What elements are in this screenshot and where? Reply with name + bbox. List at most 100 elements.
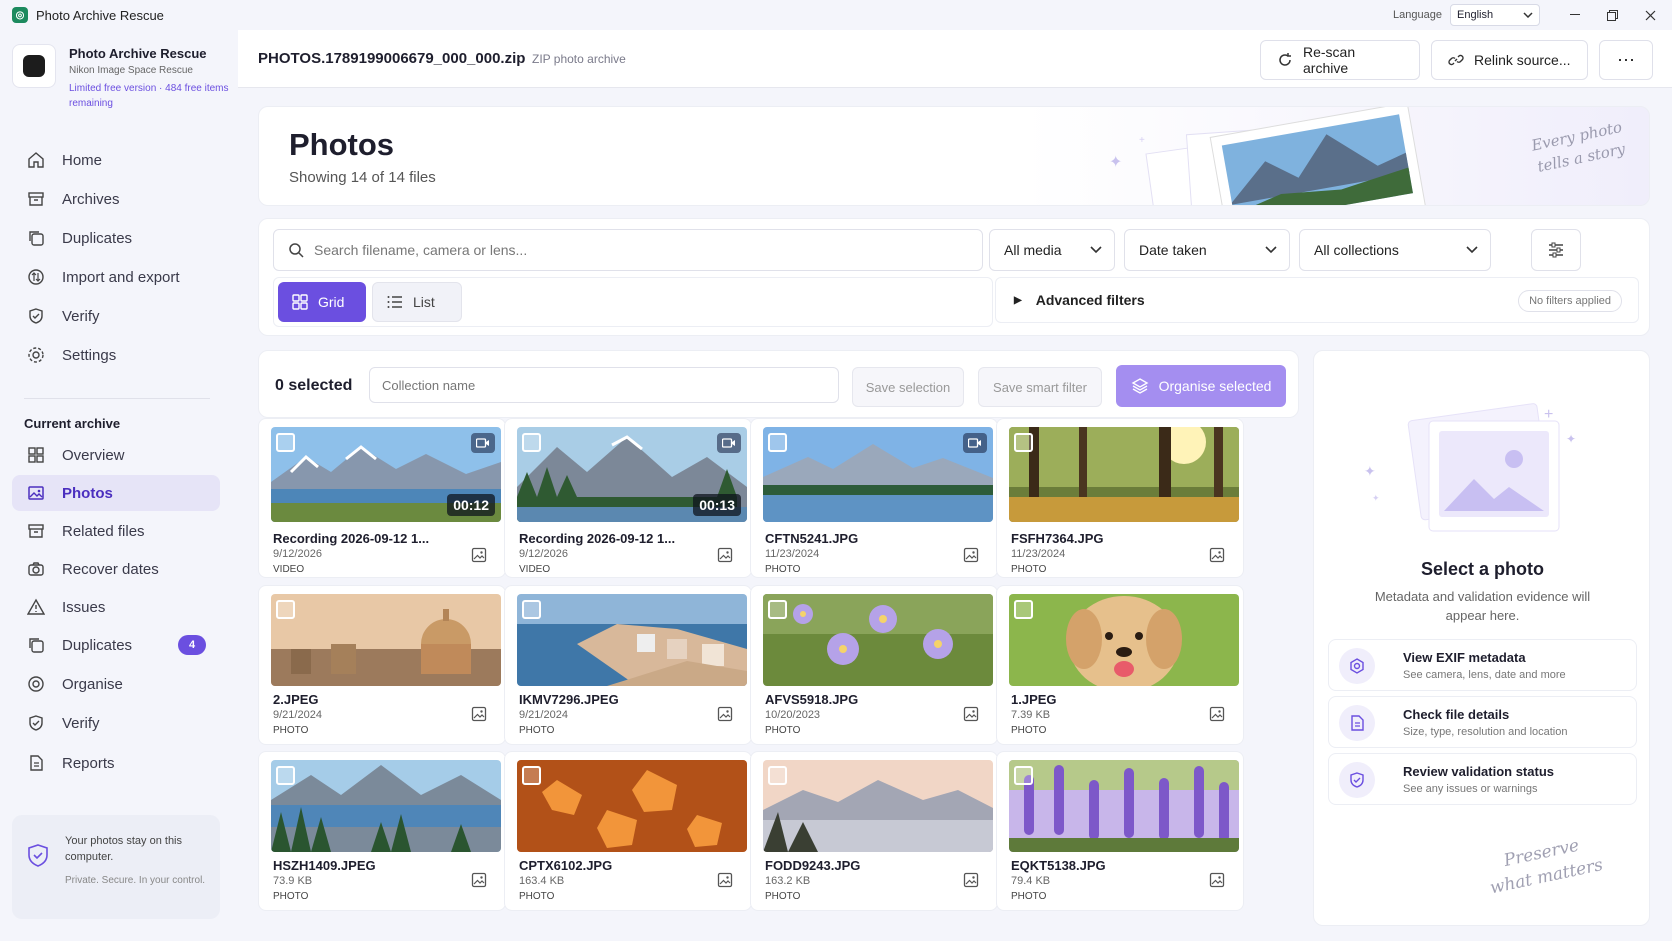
image-icon[interactable] — [963, 872, 979, 888]
more-options-button[interactable]: ⋯ — [1599, 40, 1653, 80]
image-icon[interactable] — [717, 547, 733, 563]
image-icon[interactable] — [471, 872, 487, 888]
close-button[interactable] — [1635, 4, 1665, 26]
select-checkbox[interactable] — [522, 600, 541, 619]
review-validation-item[interactable]: Review validation status See any issues … — [1328, 753, 1637, 805]
sidebar-item-settings[interactable]: Settings — [12, 337, 220, 373]
photo-card[interactable]: 2.JPEG 9/21/2024 PHOTO — [258, 585, 506, 745]
chevron-down-icon — [1265, 246, 1277, 254]
image-icon[interactable] — [1209, 706, 1225, 722]
save-smart-filter-button[interactable]: Save smart filter — [978, 367, 1102, 407]
search-icon — [288, 242, 304, 258]
archive-file-name: PHOTOS.1789199006679_000_000.zip — [258, 50, 526, 67]
sidebar-item-label: Organise — [62, 675, 123, 693]
photo-thumbnail[interactable] — [763, 427, 993, 522]
advanced-filters-toggle[interactable]: ▶ Advanced filters No filters applied — [995, 277, 1639, 323]
image-icon[interactable] — [1209, 547, 1225, 563]
photo-thumbnail[interactable] — [763, 594, 993, 686]
select-checkbox[interactable] — [1014, 766, 1033, 785]
check-file-details-item[interactable]: Check file details Size, type, resolutio… — [1328, 696, 1637, 748]
photo-thumbnail[interactable] — [271, 594, 501, 686]
photo-thumbnail[interactable] — [517, 760, 747, 852]
sidebar-item-recover-dates[interactable]: Recover dates — [12, 551, 220, 587]
photo-name: 1.JPEG — [1011, 692, 1057, 707]
photo-card[interactable]: CFTN5241.JPG 11/23/2024 PHOTO — [750, 418, 998, 578]
select-checkbox[interactable] — [768, 433, 787, 452]
photo-card[interactable]: CPTX6102.JPG 163.4 KB PHOTO — [504, 751, 752, 911]
chevron-down-icon — [1090, 246, 1102, 254]
sidebar-item-related-files[interactable]: Related files — [12, 513, 220, 549]
image-icon[interactable] — [1209, 872, 1225, 888]
organise-selected-label: Organise selected — [1158, 378, 1272, 394]
sidebar-item-reports[interactable]: Reports — [12, 745, 220, 781]
photo-thumbnail[interactable] — [763, 760, 993, 852]
image-icon[interactable] — [471, 706, 487, 722]
photo-card[interactable]: AFVS5918.JPG 10/20/2023 PHOTO — [750, 585, 998, 745]
document-icon — [1339, 705, 1375, 741]
rescan-archive-button[interactable]: Re-scan archive — [1260, 40, 1420, 80]
image-icon[interactable] — [963, 547, 979, 563]
photo-thumbnail[interactable]: 00:13 — [517, 427, 747, 522]
photo-thumbnail[interactable] — [1009, 760, 1239, 852]
sidebar-item-duplicates-archive[interactable]: Duplicates 4 — [12, 627, 220, 663]
sidebar-item-verify-archive[interactable]: Verify — [12, 705, 220, 741]
view-exif-metadata-item[interactable]: View EXIF metadata See camera, lens, dat… — [1328, 639, 1637, 691]
image-icon[interactable] — [717, 872, 733, 888]
grid-view-button[interactable]: Grid — [278, 282, 366, 322]
restore-button[interactable] — [1597, 4, 1627, 26]
photo-card[interactable]: 00:13 Recording 2026-09-12 1... 9/12/2026 V… — [504, 418, 752, 578]
shield-check-icon — [26, 306, 46, 326]
organise-selected-button[interactable]: Organise selected — [1116, 365, 1286, 407]
details-subtitle: Metadata and validation evidence will ap… — [1374, 589, 1591, 623]
collection-filter-select[interactable]: All collections — [1299, 229, 1491, 271]
sidebar-item-home[interactable]: Home — [12, 142, 220, 178]
photo-card[interactable]: FSFH7364.JPG 11/23/2024 PHOTO — [996, 418, 1244, 578]
sidebar-item-import-export[interactable]: Import and export — [12, 259, 220, 295]
save-selection-button[interactable]: Save selection — [852, 367, 964, 407]
image-icon[interactable] — [963, 706, 979, 722]
sidebar-item-duplicates[interactable]: Duplicates — [12, 220, 220, 256]
sidebar-item-verify[interactable]: Verify — [12, 298, 220, 334]
grid-icon — [292, 294, 308, 310]
minimize-button[interactable] — [1560, 4, 1590, 26]
sidebar-item-archives[interactable]: Archives — [12, 181, 220, 217]
language-select[interactable]: English — [1450, 4, 1540, 26]
privacy-text: Your photos stay on this computer. — [65, 835, 183, 863]
photo-card[interactable]: EQKT5138.JPG 79.4 KB PHOTO — [996, 751, 1244, 911]
select-checkbox[interactable] — [276, 766, 295, 785]
photo-card[interactable]: 00:12 Recording 2026-09-12 1... 9/12/2026 V… — [258, 418, 506, 578]
image-icon[interactable] — [471, 547, 487, 563]
search-input[interactable]: Search filename, camera or lens... — [273, 229, 983, 271]
select-checkbox[interactable] — [768, 600, 787, 619]
photo-card[interactable]: IKMV7296.JPEG 9/21/2024 PHOTO — [504, 585, 752, 745]
select-checkbox[interactable] — [1014, 433, 1033, 452]
photo-thumbnail[interactable] — [1009, 594, 1239, 686]
photo-thumbnail[interactable] — [271, 760, 501, 852]
date-filter-select[interactable]: Date taken — [1124, 229, 1290, 271]
minimize-icon — [1570, 14, 1580, 15]
collection-name-input[interactable]: Collection name — [369, 367, 839, 403]
select-checkbox[interactable] — [276, 433, 295, 452]
select-checkbox[interactable] — [768, 766, 787, 785]
image-icon[interactable] — [717, 706, 733, 722]
photo-card[interactable]: HSZH1409.JPEG 73.9 KB PHOTO — [258, 751, 506, 911]
sidebar-item-issues[interactable]: Issues — [12, 589, 220, 625]
media-filter-select[interactable]: All media — [989, 229, 1115, 271]
photo-card[interactable]: FODD9243.JPG 163.2 KB PHOTO — [750, 751, 998, 911]
photo-thumbnail[interactable] — [1009, 427, 1239, 522]
select-checkbox[interactable] — [522, 766, 541, 785]
file-details-subtitle: Size, type, resolution and location — [1403, 726, 1568, 738]
photo-card[interactable]: 1.JPEG 7.39 KB PHOTO — [996, 585, 1244, 745]
select-checkbox[interactable] — [1014, 600, 1033, 619]
photo-thumbnail[interactable] — [517, 594, 747, 686]
list-view-button[interactable]: List — [372, 282, 462, 322]
select-checkbox[interactable] — [276, 600, 295, 619]
sidebar-item-organise[interactable]: Organise — [12, 666, 220, 702]
photo-thumbnail[interactable]: 00:12 — [271, 427, 501, 522]
sidebar-item-label: Verify — [62, 714, 100, 732]
sidebar-item-photos[interactable]: Photos — [12, 475, 220, 511]
relink-source-button[interactable]: Relink source... — [1431, 40, 1588, 80]
filter-settings-button[interactable] — [1531, 229, 1581, 271]
sidebar-item-overview[interactable]: Overview — [12, 437, 220, 473]
select-checkbox[interactable] — [522, 433, 541, 452]
